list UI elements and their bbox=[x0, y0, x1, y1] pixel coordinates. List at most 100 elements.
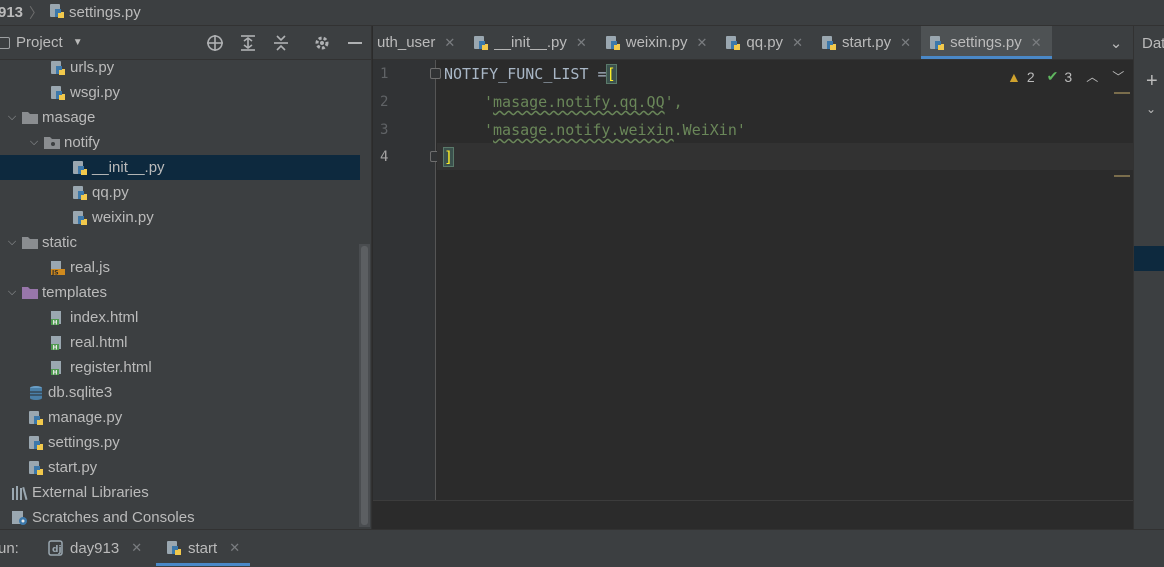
tree-item[interactable]: db.sqlite3 bbox=[0, 380, 360, 405]
tree-item[interactable]: Hindex.html bbox=[0, 305, 360, 330]
python-file-icon bbox=[70, 209, 90, 227]
tree-item[interactable]: urls.py bbox=[0, 55, 360, 80]
chevron-up-icon[interactable]: ︿ bbox=[1086, 68, 1098, 85]
string-literal: masage.notify.qq.QQ bbox=[493, 93, 665, 111]
tree-item[interactable]: start.py bbox=[0, 455, 360, 480]
tree-scrollbar[interactable] bbox=[359, 244, 370, 527]
tree-scrollbar-thumb[interactable] bbox=[361, 246, 368, 525]
tree-item[interactable]: __init__.py bbox=[0, 155, 360, 180]
editor-tab[interactable]: weixin.py ✕ bbox=[597, 26, 718, 59]
chevron-down-icon[interactable]: ﹀ bbox=[1112, 68, 1124, 85]
project-view-selector[interactable]: Project ▼ bbox=[0, 34, 83, 51]
tree-item[interactable]: manage.py bbox=[0, 405, 360, 430]
close-icon[interactable]: ✕ bbox=[900, 35, 911, 51]
close-icon[interactable]: ✕ bbox=[1031, 35, 1042, 51]
editor-tab[interactable]: start.py ✕ bbox=[813, 26, 921, 59]
run-tool-window-bar: un: dj day913 ✕ start ✕ bbox=[0, 529, 1164, 567]
svg-text:H: H bbox=[53, 369, 58, 376]
libraries-icon bbox=[10, 484, 30, 502]
close-icon[interactable]: ✕ bbox=[131, 540, 142, 556]
tab-label: uth_user bbox=[377, 34, 436, 51]
string-literal-typo: weixin bbox=[619, 121, 674, 139]
tree-item[interactable]: ⌵ notify bbox=[0, 130, 360, 155]
matched-bracket: [ bbox=[605, 64, 617, 84]
close-icon[interactable]: ✕ bbox=[229, 540, 240, 556]
python-file-icon bbox=[821, 35, 837, 51]
tree-item[interactable]: Hregister.html bbox=[0, 355, 360, 380]
fold-marker-icon[interactable] bbox=[430, 68, 441, 79]
breadcrumb-separator: 〉 bbox=[29, 4, 44, 21]
tree-item-label: index.html bbox=[70, 309, 139, 326]
current-line-highlight bbox=[437, 143, 1133, 170]
database-tool-window-label[interactable]: Dat bbox=[1142, 35, 1164, 52]
close-icon[interactable]: ✕ bbox=[576, 35, 587, 51]
tab-list-dropdown[interactable]: ⌄ bbox=[1099, 26, 1133, 59]
chevron-down-icon[interactable]: ⌵ bbox=[4, 111, 20, 124]
editor-tab[interactable]: qq.py ✕ bbox=[717, 26, 813, 59]
python-file-icon bbox=[605, 35, 621, 51]
chevron-down-icon[interactable]: ⌄ bbox=[1146, 102, 1156, 116]
tree-item-label: real.html bbox=[70, 334, 128, 351]
breadcrumb-project[interactable]: 913 bbox=[0, 4, 23, 21]
tree-item-label: __init__.py bbox=[92, 159, 165, 176]
folder-icon bbox=[20, 234, 40, 252]
editor-tab[interactable]: settings.py ✕ bbox=[921, 26, 1052, 59]
folder-icon bbox=[20, 109, 40, 127]
tree-item[interactable]: External Libraries bbox=[0, 480, 360, 505]
tree-item[interactable]: ⌵ masage bbox=[0, 105, 360, 130]
tree-item[interactable]: settings.py bbox=[0, 430, 360, 455]
python-file-icon bbox=[49, 3, 65, 23]
tree-item[interactable]: ⌵ static bbox=[0, 230, 360, 255]
chevron-down-icon[interactable]: ⌵ bbox=[26, 136, 42, 149]
tree-item-label: urls.py bbox=[70, 59, 115, 76]
tree-item-label: manage.py bbox=[48, 409, 123, 426]
tree-item[interactable]: wsgi.py bbox=[0, 80, 360, 105]
tree-item[interactable]: ⌵ templates bbox=[0, 280, 360, 305]
run-label: un: bbox=[0, 540, 19, 557]
breadcrumb-file-label: settings.py bbox=[69, 4, 141, 21]
tree-item[interactable]: qq.py bbox=[0, 180, 360, 205]
line-number: 2 bbox=[380, 94, 389, 110]
tree-item-label: settings.py bbox=[48, 434, 120, 451]
python-file-icon bbox=[725, 35, 741, 51]
code-line-1: NOTIFY_FUNC_LIST =[ bbox=[444, 64, 617, 84]
tree-item[interactable]: JS real.js bbox=[0, 255, 360, 280]
close-icon[interactable]: ✕ bbox=[444, 35, 455, 51]
close-icon[interactable]: ✕ bbox=[696, 35, 707, 51]
svg-text:JS: JS bbox=[51, 269, 59, 276]
inspection-widget[interactable]: ▲ 2 ✔ 3 ︿ ﹀ bbox=[1007, 68, 1124, 85]
code-editor[interactable]: 1 2 3 4 NOTIFY_FUNC_LIST =[ 'masage.noti… bbox=[373, 60, 1133, 500]
python-file-icon bbox=[26, 409, 46, 427]
python-file-icon bbox=[70, 184, 90, 202]
python-file-icon bbox=[26, 434, 46, 452]
close-icon[interactable]: ✕ bbox=[792, 35, 803, 51]
chevron-down-icon[interactable]: ⌵ bbox=[4, 236, 20, 249]
editor-tab[interactable]: uth_user ✕ bbox=[373, 26, 465, 59]
tree-item[interactable]: Hreal.html bbox=[0, 330, 360, 355]
code-line-3: 'masage.notify.weixin.WeiXin' bbox=[484, 121, 746, 139]
database-icon bbox=[26, 384, 46, 402]
tree-item-label: static bbox=[42, 234, 78, 251]
editor-tab[interactable]: __init__.py ✕ bbox=[465, 26, 596, 59]
add-icon[interactable]: + bbox=[1146, 70, 1158, 93]
string-quote: ', bbox=[664, 93, 683, 111]
chevron-down-icon: ⌄ bbox=[1109, 34, 1123, 52]
warning-icon: ▲ bbox=[1007, 68, 1021, 85]
line-number: 1 bbox=[380, 66, 389, 82]
run-tab[interactable]: dj day913 ✕ bbox=[38, 530, 152, 566]
tree-item-label: real.js bbox=[70, 259, 111, 276]
template-folder-icon bbox=[20, 284, 40, 302]
error-stripe-mark[interactable] bbox=[1114, 92, 1130, 94]
code-line-4: ] bbox=[442, 147, 455, 167]
tree-item-label: External Libraries bbox=[32, 484, 149, 501]
breadcrumb-file[interactable]: settings.py bbox=[49, 3, 141, 23]
error-stripe-mark[interactable] bbox=[1114, 175, 1130, 177]
run-tab-label: day913 bbox=[70, 539, 120, 557]
tree-item[interactable]: Scratches and Consoles bbox=[0, 505, 360, 530]
string-quote: ' bbox=[484, 121, 494, 139]
tree-item[interactable]: weixin.py bbox=[0, 205, 360, 230]
selected-row[interactable] bbox=[1134, 246, 1164, 271]
run-tab[interactable]: start ✕ bbox=[156, 530, 251, 566]
chevron-down-icon[interactable]: ⌵ bbox=[4, 286, 20, 299]
tree-item-label: register.html bbox=[70, 359, 152, 376]
